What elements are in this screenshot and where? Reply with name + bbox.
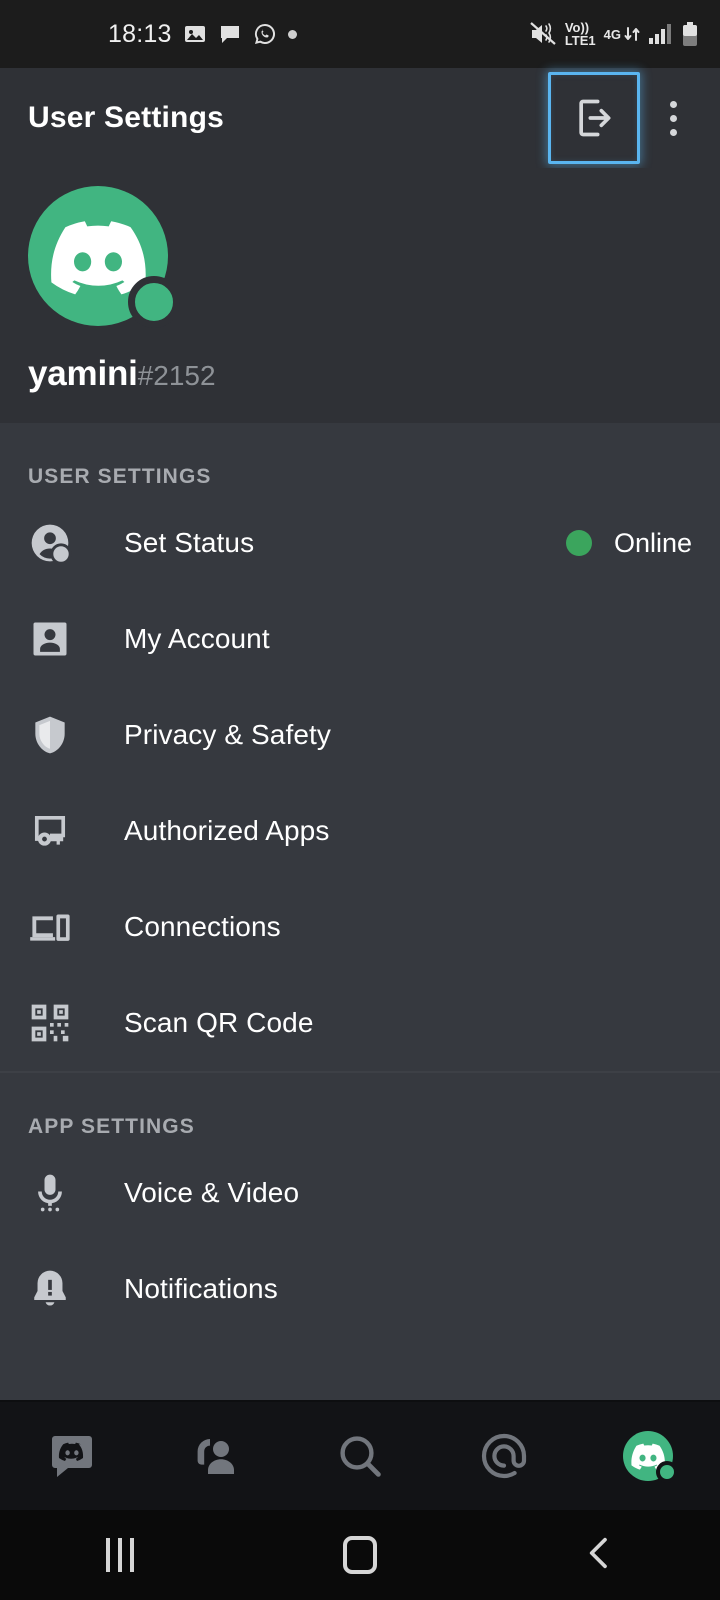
- sidebar-item-label: Authorized Apps: [124, 815, 330, 846]
- sidebar-item-set-status[interactable]: Set Status Online: [0, 495, 720, 591]
- data-transfer-icon: [624, 27, 640, 41]
- status-dot-online: [565, 530, 592, 556]
- kebab-dot-2: [669, 114, 677, 122]
- dot-indicator-icon: [287, 29, 297, 39]
- profile-tab[interactable]: [576, 1402, 720, 1510]
- connections-icon: [28, 905, 90, 949]
- friends-tab[interactable]: [144, 1402, 288, 1510]
- sidebar-item-authorized-apps[interactable]: Authorized Apps: [0, 783, 720, 879]
- presence-badge-online: [128, 276, 180, 328]
- recents-button[interactable]: [0, 1538, 240, 1572]
- recents-bar-2: [118, 1538, 122, 1572]
- tab-presence-badge: [656, 1461, 678, 1483]
- volte-bottom-label: LTE1: [564, 33, 596, 48]
- logout-button[interactable]: [548, 72, 640, 164]
- bell-alert-icon: [28, 1267, 90, 1311]
- battery-icon: [683, 22, 697, 46]
- status-bar-right: Vo)) LTE1 4G: [529, 21, 698, 47]
- status-bar-left: 18:13: [0, 20, 297, 49]
- sidebar-item-connections[interactable]: Connections: [0, 879, 720, 975]
- kebab-dot-3: [669, 128, 677, 136]
- overflow-menu-button[interactable]: [644, 72, 702, 164]
- sidebar-item-label: Privacy & Safety: [124, 719, 332, 750]
- sidebar-item-label: Scan QR Code: [124, 1007, 314, 1038]
- sidebar-item-label: Connections: [124, 911, 281, 942]
- recents-bar-3: [130, 1538, 134, 1572]
- sidebar-item-label: Notifications: [124, 1273, 278, 1304]
- set-status-icon: [28, 521, 90, 565]
- network-type-label: 4G: [603, 26, 621, 42]
- avatar[interactable]: [28, 186, 180, 328]
- servers-tab[interactable]: [0, 1402, 144, 1510]
- shield-icon: [28, 713, 90, 757]
- section-header-user-settings: USER SETTINGS: [28, 465, 212, 488]
- app-header: User Settings: [0, 68, 720, 168]
- back-button[interactable]: [480, 1533, 720, 1578]
- network-type-label-wrap: 4G: [604, 28, 621, 41]
- username-row: yamini #2152: [28, 354, 720, 394]
- at-mention-icon: [481, 1433, 527, 1479]
- microphone-icon: [28, 1171, 90, 1215]
- search-icon: [340, 1436, 381, 1477]
- sidebar-item-voice-video[interactable]: Voice & Video: [0, 1145, 720, 1241]
- status-value: Online: [565, 527, 692, 559]
- section-header-app-settings: APP SETTINGS: [28, 1115, 195, 1138]
- back-icon: [580, 1533, 620, 1578]
- friends-headset-icon: [197, 1439, 234, 1474]
- profile-block: yamini #2152: [0, 168, 720, 423]
- whatsapp-icon: [254, 23, 275, 44]
- sidebar-item-label: Set Status: [124, 527, 255, 558]
- android-status-bar: 18:13 Vo)) LTE1 4G: [0, 0, 720, 68]
- android-navigation-bar: [0, 1510, 720, 1600]
- search-tab[interactable]: [288, 1402, 432, 1510]
- signal-bars-icon: [649, 24, 671, 44]
- header-actions: [548, 72, 702, 164]
- home-button[interactable]: [240, 1536, 480, 1574]
- sidebar-item-notifications[interactable]: Notifications: [0, 1241, 720, 1337]
- logout-icon: [579, 99, 611, 137]
- discord-user-settings-screen: 18:13 Vo)) LTE1 4G User Settings yamini …: [0, 0, 720, 1600]
- recents-bar-1: [106, 1538, 110, 1572]
- sidebar-item-scan-qr-code[interactable]: Scan QR Code: [0, 975, 720, 1071]
- sidebar-item-privacy-safety[interactable]: Privacy & Safety: [0, 687, 720, 783]
- settings-list[interactable]: USER SETTINGS Set Status Online My Accou…: [0, 423, 720, 1400]
- qr-code-icon: [28, 1001, 90, 1045]
- user-avatar-icon: [623, 1431, 678, 1483]
- account-icon: [28, 617, 90, 661]
- home-icon: [343, 1536, 377, 1574]
- sidebar-item-my-account[interactable]: My Account: [0, 591, 720, 687]
- image-icon: [184, 26, 205, 42]
- mentions-tab[interactable]: [432, 1402, 576, 1510]
- authorized-apps-icon: [28, 809, 90, 853]
- kebab-dot-1: [669, 100, 677, 108]
- bottom-tab-bar: [0, 1400, 720, 1510]
- recents-icon: [106, 1538, 134, 1572]
- page-title: User Settings: [28, 101, 224, 134]
- user-discriminator: #2152: [137, 360, 216, 391]
- sidebar-item-label: Voice & Video: [124, 1177, 300, 1208]
- username: yamini: [28, 354, 138, 393]
- sidebar-item-label: My Account: [124, 623, 270, 654]
- chat-bubble-icon: [220, 26, 239, 43]
- network-indicator: 4G: [604, 24, 640, 44]
- discord-bubble-icon: [52, 1436, 92, 1477]
- volte-indicator: Vo)) LTE1: [565, 21, 596, 47]
- status-badge: Online: [613, 527, 692, 558]
- mute-icon: [530, 22, 556, 45]
- status-bar-clock: 18:13: [108, 19, 172, 48]
